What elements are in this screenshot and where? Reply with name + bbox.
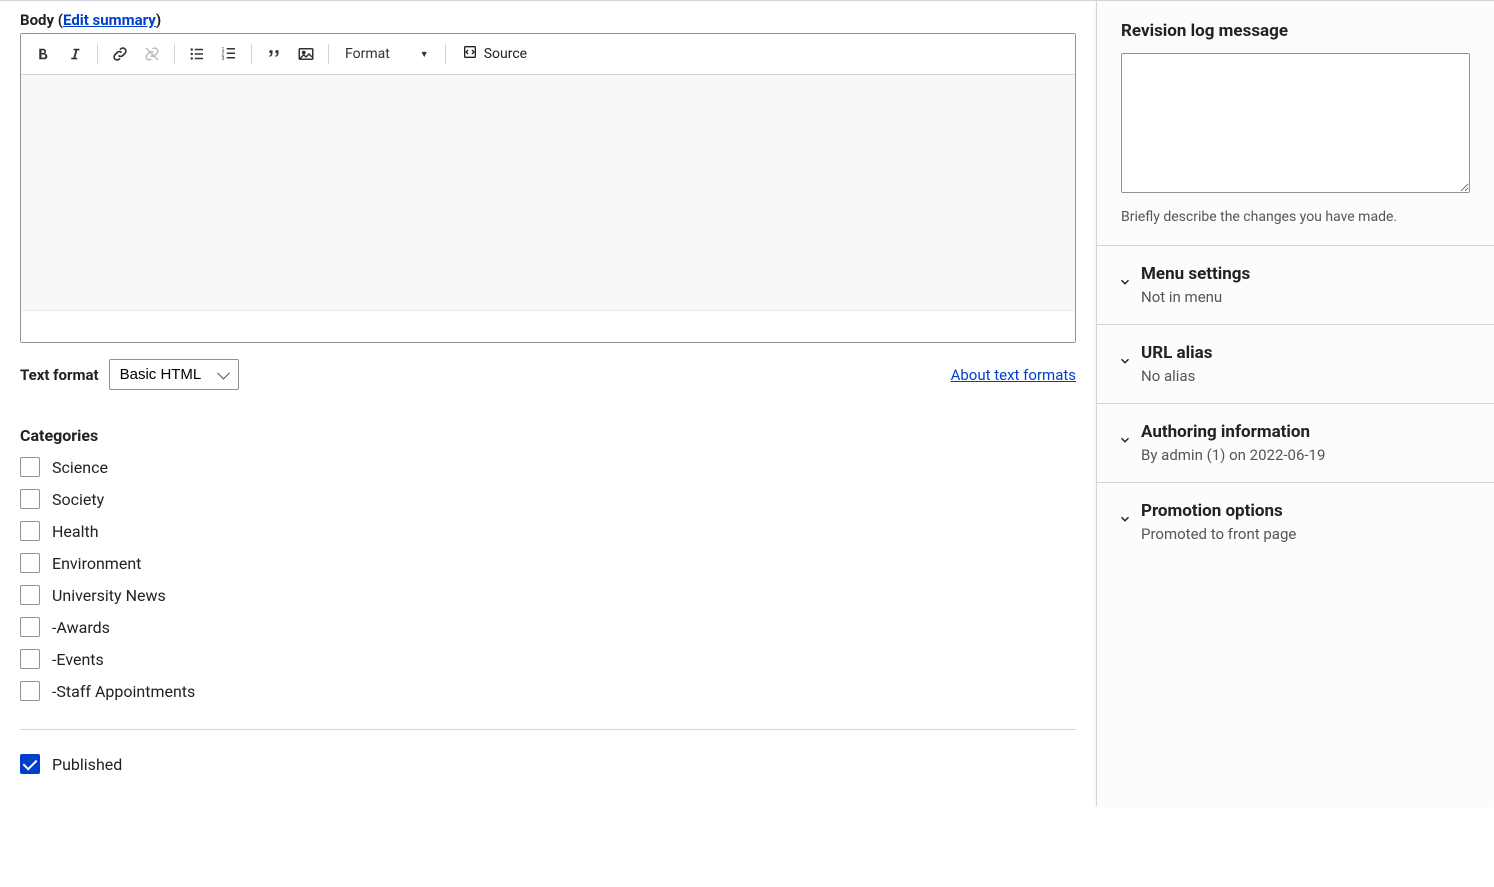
category-row: -Staff Appointments bbox=[20, 681, 1076, 701]
published-checkbox[interactable] bbox=[20, 754, 40, 774]
published-row: Published bbox=[20, 754, 1076, 774]
revision-log-textarea[interactable] bbox=[1121, 53, 1470, 193]
body-field-label: Body (Edit summary) bbox=[20, 11, 1076, 29]
accordion-authoring-information[interactable]: Authoring information By admin (1) on 20… bbox=[1097, 404, 1494, 483]
unlink-button[interactable] bbox=[138, 40, 166, 68]
format-dropdown[interactable]: Format ▼ bbox=[337, 42, 437, 66]
link-button[interactable] bbox=[106, 40, 134, 68]
svg-text:3: 3 bbox=[222, 56, 225, 62]
revision-log-section: Revision log message Briefly describe th… bbox=[1097, 1, 1494, 246]
categories-title: Categories bbox=[20, 426, 1076, 445]
category-checkbox-health[interactable] bbox=[20, 521, 40, 541]
toolbar-separator bbox=[97, 44, 98, 64]
chevron-down-icon bbox=[1115, 351, 1135, 371]
format-dropdown-label: Format bbox=[345, 46, 390, 62]
category-row: Environment bbox=[20, 553, 1076, 573]
category-row: Society bbox=[20, 489, 1076, 509]
body-editor: 123 Format ▼ bbox=[20, 33, 1076, 343]
chevron-down-icon bbox=[1115, 509, 1135, 529]
image-button[interactable] bbox=[292, 40, 320, 68]
bold-button[interactable] bbox=[29, 40, 57, 68]
text-format-select-wrapper: Basic HTML bbox=[109, 359, 239, 390]
accordion-subtitle: By admin (1) on 2022-06-19 bbox=[1141, 446, 1470, 464]
accordion-title: Authoring information bbox=[1141, 422, 1470, 442]
category-checkbox-university-news[interactable] bbox=[20, 585, 40, 605]
category-label[interactable]: -Staff Appointments bbox=[52, 682, 195, 701]
chevron-down-icon bbox=[1115, 430, 1135, 450]
category-checkbox-awards[interactable] bbox=[20, 617, 40, 637]
sidebar: Revision log message Briefly describe th… bbox=[1096, 1, 1494, 806]
categories-fieldset: Categories Science Society Health Enviro… bbox=[20, 426, 1076, 701]
editor-toolbar: 123 Format ▼ bbox=[21, 34, 1075, 75]
accordion-menu-settings[interactable]: Menu settings Not in menu bbox=[1097, 246, 1494, 325]
source-button[interactable]: Source bbox=[454, 40, 535, 68]
category-label[interactable]: Society bbox=[52, 490, 104, 509]
category-checkbox-society[interactable] bbox=[20, 489, 40, 509]
body-label-text: Body bbox=[20, 11, 54, 29]
editor-footer bbox=[21, 310, 1075, 342]
category-checkbox-environment[interactable] bbox=[20, 553, 40, 573]
source-icon bbox=[462, 44, 478, 64]
accordion-promotion-options[interactable]: Promotion options Promoted to front page bbox=[1097, 483, 1494, 561]
chevron-down-icon: ▼ bbox=[420, 49, 429, 60]
accordion-subtitle: Not in menu bbox=[1141, 288, 1470, 306]
edit-summary-link[interactable]: Edit summary bbox=[63, 11, 156, 29]
source-button-label: Source bbox=[484, 46, 527, 62]
category-checkbox-events[interactable] bbox=[20, 649, 40, 669]
category-label[interactable]: -Awards bbox=[52, 618, 110, 637]
category-checkbox-staff-appointments[interactable] bbox=[20, 681, 40, 701]
revision-log-title: Revision log message bbox=[1121, 21, 1470, 41]
category-row: University News bbox=[20, 585, 1076, 605]
bullet-list-button[interactable] bbox=[183, 40, 211, 68]
category-checkbox-science[interactable] bbox=[20, 457, 40, 477]
text-format-label: Text format bbox=[20, 366, 99, 384]
category-row: -Awards bbox=[20, 617, 1076, 637]
category-label[interactable]: -Events bbox=[52, 650, 104, 669]
accordion-title: Promotion options bbox=[1141, 501, 1470, 521]
chevron-down-icon bbox=[1115, 272, 1135, 292]
blockquote-button[interactable] bbox=[260, 40, 288, 68]
toolbar-separator bbox=[328, 44, 329, 64]
numbered-list-button[interactable]: 123 bbox=[215, 40, 243, 68]
published-label[interactable]: Published bbox=[52, 755, 122, 774]
category-row: Science bbox=[20, 457, 1076, 477]
accordion-title: URL alias bbox=[1141, 343, 1470, 363]
accordion-subtitle: Promoted to front page bbox=[1141, 525, 1470, 543]
toolbar-separator bbox=[445, 44, 446, 64]
toolbar-separator bbox=[174, 44, 175, 64]
about-text-formats-link[interactable]: About text formats bbox=[951, 366, 1076, 384]
text-format-select[interactable]: Basic HTML bbox=[109, 359, 239, 390]
category-label[interactable]: University News bbox=[52, 586, 166, 605]
category-label[interactable]: Health bbox=[52, 522, 99, 541]
editor-content-area[interactable] bbox=[21, 75, 1075, 310]
revision-log-help: Briefly describe the changes you have ma… bbox=[1121, 209, 1470, 225]
category-row: Health bbox=[20, 521, 1076, 541]
accordion-title: Menu settings bbox=[1141, 264, 1470, 284]
divider bbox=[20, 729, 1076, 730]
toolbar-separator bbox=[251, 44, 252, 64]
italic-button[interactable] bbox=[61, 40, 89, 68]
category-label[interactable]: Science bbox=[52, 458, 108, 477]
category-row: -Events bbox=[20, 649, 1076, 669]
accordion-subtitle: No alias bbox=[1141, 367, 1470, 385]
accordion-url-alias[interactable]: URL alias No alias bbox=[1097, 325, 1494, 404]
category-label[interactable]: Environment bbox=[52, 554, 141, 573]
